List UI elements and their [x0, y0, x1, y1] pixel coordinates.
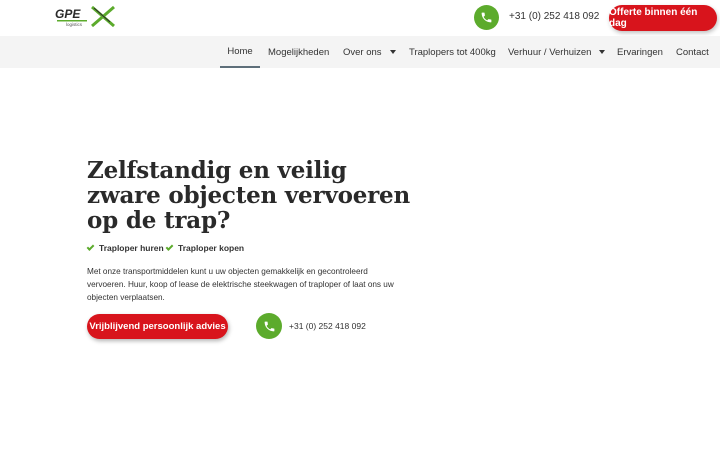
hero-description: Met onze transportmiddelen kunt u uw obj…: [87, 267, 394, 302]
svg-text:logistics: logistics: [66, 22, 83, 27]
hero-phone-link[interactable]: +31 (0) 252 418 092: [289, 321, 366, 331]
phone-button-hero[interactable]: [256, 313, 282, 339]
nav-item-label: Home: [227, 45, 253, 57]
advice-button[interactable]: Vrijblijvend persoonlijk advies: [87, 314, 228, 339]
nav-item-mogelijkheden[interactable]: Mogelijkheden: [268, 36, 329, 68]
nav-item-label: Verhuur / Verhuizen: [508, 46, 592, 58]
check-label: Traploper huren: [99, 243, 164, 253]
quote-button[interactable]: Offerte binnen één dag: [609, 5, 717, 31]
nav-item-label: Ervaringen: [617, 46, 663, 58]
svg-text:GPE: GPE: [55, 7, 81, 21]
gpex-logo[interactable]: GPE logistics: [54, 4, 120, 28]
nav-item-traplopers[interactable]: Traplopers tot 400kg: [409, 36, 496, 68]
nav-item-label: Traplopers tot 400kg: [409, 46, 496, 58]
check-item-kopen: Traploper kopen: [165, 243, 245, 253]
nav-item-label: Contact: [676, 46, 709, 58]
check-item-huren: Traploper huren: [86, 243, 164, 253]
nav-item-verhuur[interactable]: Verhuur / Verhuizen: [508, 36, 606, 68]
nav-item-ervaringen[interactable]: Ervaringen: [617, 36, 663, 68]
check-icon: [165, 243, 174, 251]
nav-item-label: Mogelijkheden: [268, 46, 330, 58]
check-icon: [86, 243, 95, 251]
header-phone-link[interactable]: +31 (0) 252 418 092: [509, 11, 599, 22]
chevron-down-icon: [599, 50, 606, 54]
check-label: Traploper kopen: [178, 243, 245, 253]
chevron-down-icon: [389, 50, 396, 54]
hero-title: Zelfstandig en veilig zware objecten ver…: [87, 157, 411, 234]
main-nav: Home Mogelijkheden Over ons Traplopers t…: [0, 36, 720, 68]
phone-button-top[interactable]: [474, 5, 499, 30]
top-bar: GPE logistics +31 (0) 252 418 092 Offert…: [0, 0, 720, 36]
nav-item-label: Over ons: [343, 46, 382, 58]
nav-item-over-ons[interactable]: Over ons: [343, 36, 396, 68]
phone-icon: [481, 12, 492, 23]
nav-item-home[interactable]: Home: [220, 36, 260, 68]
phone-icon: [264, 321, 274, 331]
nav-item-contact[interactable]: Contact: [676, 36, 709, 68]
